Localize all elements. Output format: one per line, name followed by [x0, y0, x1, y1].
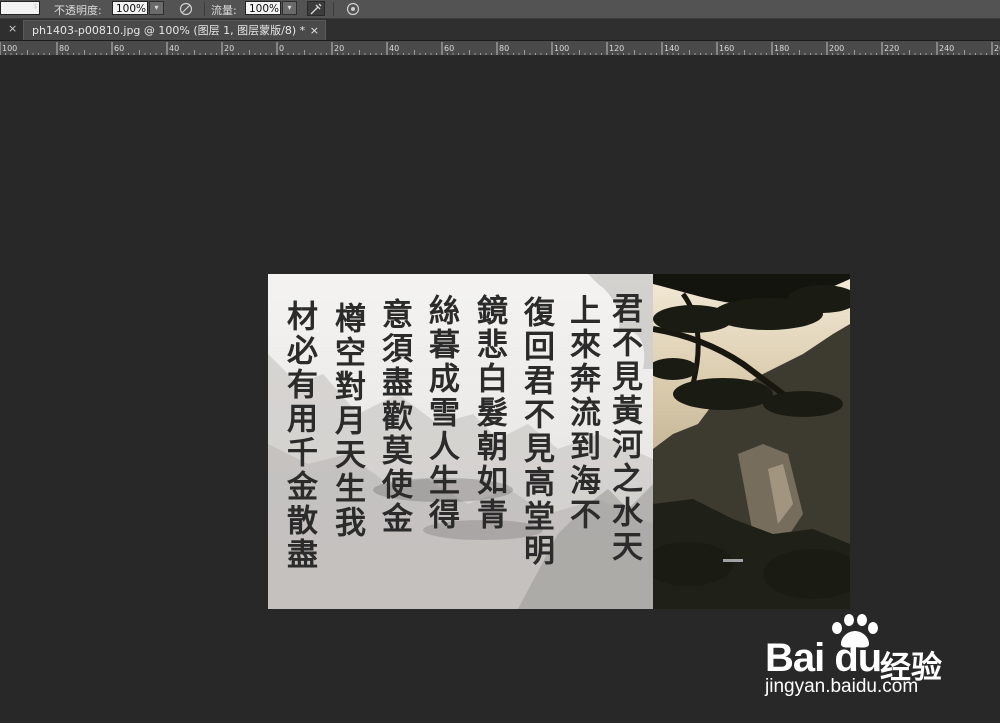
calligraphy-layer: 君不見黃河之水天 上來奔流到海不 復回君不見高堂明 鏡悲白髮朝如青 絲暮成雪人生…: [268, 274, 653, 609]
pressure-size-icon[interactable]: [344, 1, 362, 16]
airbrush-icon[interactable]: [307, 1, 325, 16]
calligraphy-column: 絲暮成雪人生得: [423, 294, 459, 532]
ruler-tick-label: 20: [224, 44, 234, 53]
options-bar: ⬍ 不透明度: 100% ▾ 流量: 100% ▾: [0, 0, 1000, 19]
pressure-opacity-icon[interactable]: [177, 1, 195, 16]
document-tab-title: ph1403-p00810.jpg @ 100% (图层 1, 图层蒙版/8) …: [32, 24, 306, 37]
ruler-tick-label: 60: [114, 44, 124, 53]
tab-close-icon[interactable]: ×: [310, 21, 319, 40]
document-tab-bar: × ph1403-p00810.jpg @ 100% (图层 1, 图层蒙版/8…: [0, 19, 1000, 41]
ruler-tick-label: 260: [994, 44, 1000, 53]
divider: [204, 2, 205, 16]
ruler-tick-label: 220: [884, 44, 899, 53]
ruler-tick-label: 180: [774, 44, 789, 53]
calligraphy-column: 意須盡歡莫使金: [376, 298, 412, 536]
ruler-tick-label: 200: [829, 44, 844, 53]
ruler-tick-label: 80: [499, 44, 509, 53]
calligraphy-column: 材必有用千金散盡: [281, 300, 317, 572]
baidu-jingyan-watermark: Bai du 经验 jingyan.baidu.com: [765, 612, 950, 702]
ruler-ticks: 100 80 60 40 20 0 20 40 60 80 100 120 140 160 180 200 22…: [0, 42, 1000, 55]
calligraphy-text: 君不見黃河之水天 上來奔流到海不 復回君不見高堂明 鏡悲白髮朝如青 絲暮成雪人生…: [268, 274, 653, 609]
document-canvas: 君不見黃河之水天 上來奔流到海不 復回君不見高堂明 鏡悲白髮朝如青 絲暮成雪人生…: [268, 274, 850, 609]
flow-label: 流量:: [211, 4, 237, 17]
photo-layer: [643, 274, 850, 609]
calligraphy-column: 上來奔流到海不: [564, 294, 600, 532]
ruler-tick-label: 40: [389, 44, 399, 53]
document-tab[interactable]: ph1403-p00810.jpg @ 100% (图层 1, 图层蒙版/8) …: [23, 20, 326, 40]
opacity-label: 不透明度:: [54, 4, 102, 17]
ruler-tick-label: 40: [169, 44, 179, 53]
ruler-tick-label: 60: [444, 44, 454, 53]
flow-dropdown-icon[interactable]: ▾: [282, 1, 297, 15]
divider: [333, 2, 334, 16]
ruler-tick-label: 140: [664, 44, 679, 53]
calligraphy-column: 君不見黃河之水天: [606, 292, 642, 564]
stepper-icon[interactable]: ⬍: [30, 1, 41, 15]
ruler-tick-label: 100: [2, 44, 17, 53]
opacity-field[interactable]: 100%: [112, 1, 148, 15]
prev-tab-close-icon[interactable]: ×: [8, 22, 17, 35]
flow-field[interactable]: 100%: [245, 1, 281, 15]
calligraphy-column: 鏡悲白髮朝如青: [471, 294, 507, 532]
watermark-logo: Bai du: [765, 636, 882, 680]
pine-cliff-photo: [643, 274, 850, 609]
ruler-tick-label: 160: [719, 44, 734, 53]
watermark-url: jingyan.baidu.com: [765, 676, 919, 697]
ruler-tick-label: 0: [279, 44, 284, 53]
horizontal-ruler: 100 80 60 40 20 0 20 40 60 80 100 120 140 160 180 200 22…: [0, 41, 1000, 56]
ruler-tick-label: 80: [59, 44, 69, 53]
ruler-tick-label: 240: [939, 44, 954, 53]
calligraphy-column: 復回君不見高堂明: [518, 296, 554, 568]
calligraphy-column: 樽空對月天生我: [329, 302, 365, 540]
ruler-tick-label: 20: [334, 44, 344, 53]
ruler-tick-label: 100: [554, 44, 569, 53]
ruler-tick-label: 120: [609, 44, 624, 53]
opacity-dropdown-icon[interactable]: ▾: [149, 1, 164, 15]
